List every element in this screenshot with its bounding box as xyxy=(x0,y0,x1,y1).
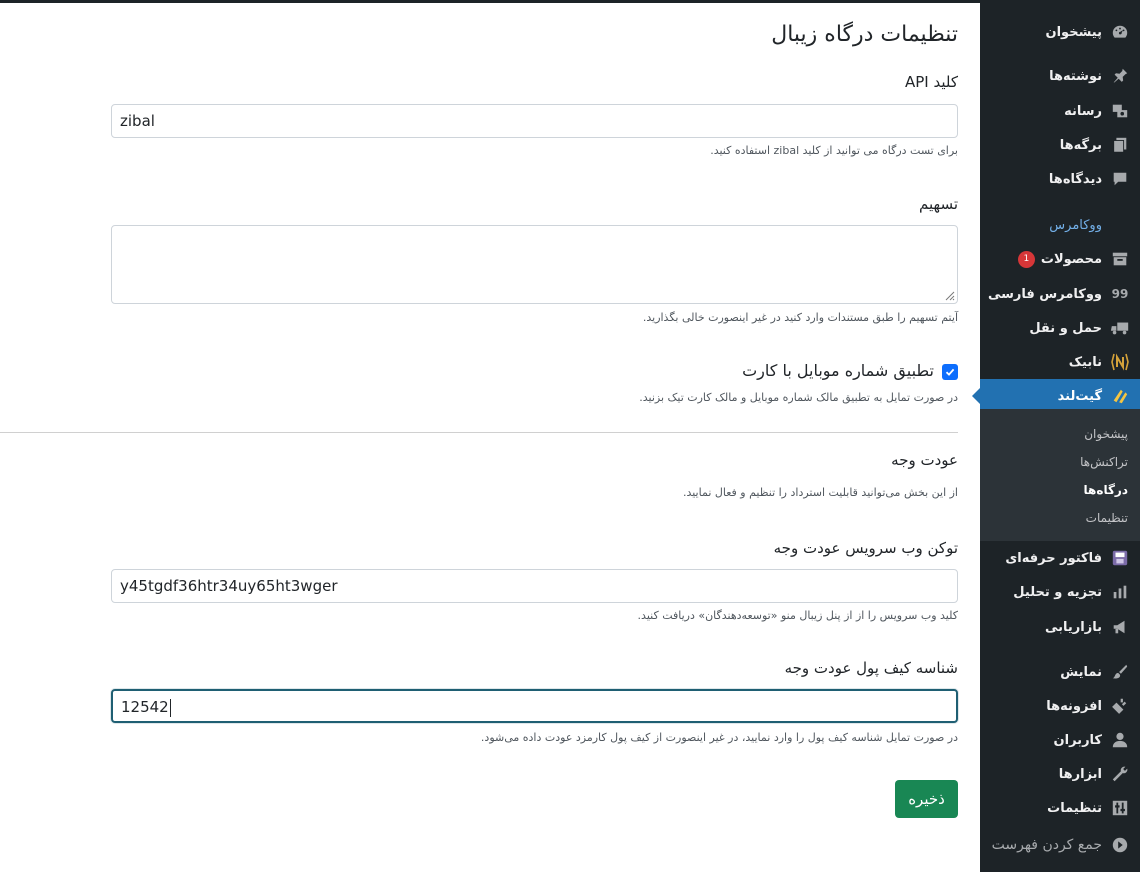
refund-wallet-label: شناسه کیف پول عودت وجه xyxy=(784,659,958,677)
pages-icon xyxy=(1110,135,1130,155)
mobile-match-help: در صورت تمایل به تطبیق مالک شماره موبایل… xyxy=(639,391,958,404)
gateland-logo-icon xyxy=(1110,386,1130,406)
archive-icon xyxy=(1110,249,1130,269)
products-count-badge: 1 xyxy=(1017,250,1035,268)
submenu-item-transactions[interactable]: تراکنش‌ها xyxy=(1080,455,1128,469)
truck-icon xyxy=(1110,318,1130,338)
submenu-item-dashboard[interactable]: پیشخوان xyxy=(1084,427,1128,441)
sidebar-collapse-menu[interactable]: جمع کردن فهرست xyxy=(980,828,1140,862)
sidebar-item-plugins[interactable]: افزونه‌ها xyxy=(980,689,1140,723)
refund-wallet-value: 12542 xyxy=(121,698,169,716)
api-key-label: کلید API xyxy=(904,73,958,91)
gateland-submenu: پیشخوان تراکنش‌ها درگاه‌ها تنظیمات xyxy=(980,409,1140,541)
mobile-match-checkbox[interactable] xyxy=(942,364,958,380)
sidebar-item-dashboard[interactable]: پیشخوان xyxy=(980,15,1140,49)
sidebar-item-pages[interactable]: برگه‌ها xyxy=(980,128,1140,162)
share-help: آیتم تسهیم را طبق مستندات وارد کنید در غ… xyxy=(642,311,958,324)
sidebar-item-shipping[interactable]: حمل و نقل xyxy=(980,311,1140,345)
mobile-match-label[interactable]: تطبیق شماره موبایل با کارت xyxy=(742,361,934,380)
wrench-icon xyxy=(1110,764,1130,784)
quote-icon: 99 xyxy=(1111,287,1129,301)
chart-bar-icon xyxy=(1110,582,1130,602)
admin-sidebar: پیشخوان نوشته‌ها رسانه برگه‌ها دیدگاه‌ها… xyxy=(972,0,1140,872)
resize-handle-icon[interactable] xyxy=(943,289,955,301)
sidebar-item-comments[interactable]: دیدگاه‌ها xyxy=(980,162,1140,196)
sidebar-item-settings[interactable]: تنظیمات xyxy=(980,791,1140,825)
sidebar-item-gateland[interactable]: گیت‌لند xyxy=(972,379,1140,413)
refund-token-help: کلید وب سرویس را از از پنل زیبال منو «تو… xyxy=(637,609,958,622)
check-icon xyxy=(945,368,955,376)
plugin-icon xyxy=(1110,696,1130,716)
sidebar-item-woocommerce[interactable]: ووکامرس xyxy=(980,208,1140,242)
refund-heading: عودت وجه xyxy=(891,451,958,469)
megaphone-icon xyxy=(1110,617,1130,637)
settings-icon xyxy=(1110,798,1130,818)
pin-icon xyxy=(1110,66,1130,86)
media-icon xyxy=(1110,101,1130,121)
refund-token-label: توکن وب سرویس عودت وجه xyxy=(773,539,958,557)
sidebar-item-media[interactable]: رسانه xyxy=(980,94,1140,128)
sidebar-item-products[interactable]: محصولات 1 xyxy=(980,242,1140,276)
sidebar-item-pro-invoice[interactable]: فاکتور حرفه‌ای xyxy=(980,541,1140,575)
user-icon xyxy=(1110,730,1130,750)
refund-wallet-input[interactable]: 12542 xyxy=(111,689,958,723)
text-caret xyxy=(169,698,171,717)
refund-help: از این بخش می‌توانید قابلیت استرداد را ت… xyxy=(682,486,958,499)
sidebar-item-woocommerce-persian[interactable]: 99 ووکامرس فارسی xyxy=(980,277,1140,311)
page-title: تنظیمات درگاه زیبال xyxy=(771,22,958,47)
sidebar-item-analytics[interactable]: تجزیه و تحلیل xyxy=(980,575,1140,609)
share-textarea[interactable] xyxy=(111,225,958,304)
api-key-help: برای تست درگاه می توانید از کلید zibal ا… xyxy=(710,144,958,157)
submenu-item-settings[interactable]: تنظیمات xyxy=(1086,511,1128,525)
refund-wallet-help: در صورت تمایل شناسه کیف پول را وارد نمای… xyxy=(480,731,958,744)
main-content: تنظیمات درگاه زیبال کلید API zibal برای … xyxy=(0,0,980,872)
dashboard-icon xyxy=(1110,22,1130,42)
sidebar-item-tools[interactable]: ابزارها xyxy=(980,757,1140,791)
sidebar-item-appearance[interactable]: نمایش xyxy=(980,655,1140,689)
section-divider xyxy=(0,432,958,433)
sidebar-item-posts[interactable]: نوشته‌ها xyxy=(980,59,1140,93)
refund-token-input[interactable]: y45tgdf36htr34uy65ht3wger xyxy=(111,569,958,603)
comments-icon xyxy=(1110,169,1130,189)
sidebar-item-users[interactable]: کاربران xyxy=(980,723,1140,757)
submenu-item-gateways[interactable]: درگاه‌ها xyxy=(1084,483,1128,497)
collapse-icon xyxy=(1110,835,1130,855)
save-button[interactable]: ذخیره xyxy=(895,780,958,818)
nabik-logo-icon xyxy=(1110,352,1130,372)
brush-icon xyxy=(1110,662,1130,682)
sidebar-item-marketing[interactable]: بازاریابی xyxy=(980,610,1140,644)
sidebar-item-nabik[interactable]: نابیک xyxy=(980,345,1140,379)
api-key-input[interactable]: zibal xyxy=(111,104,958,138)
share-label: تسهیم xyxy=(919,195,958,213)
invoice-icon xyxy=(1110,548,1130,568)
